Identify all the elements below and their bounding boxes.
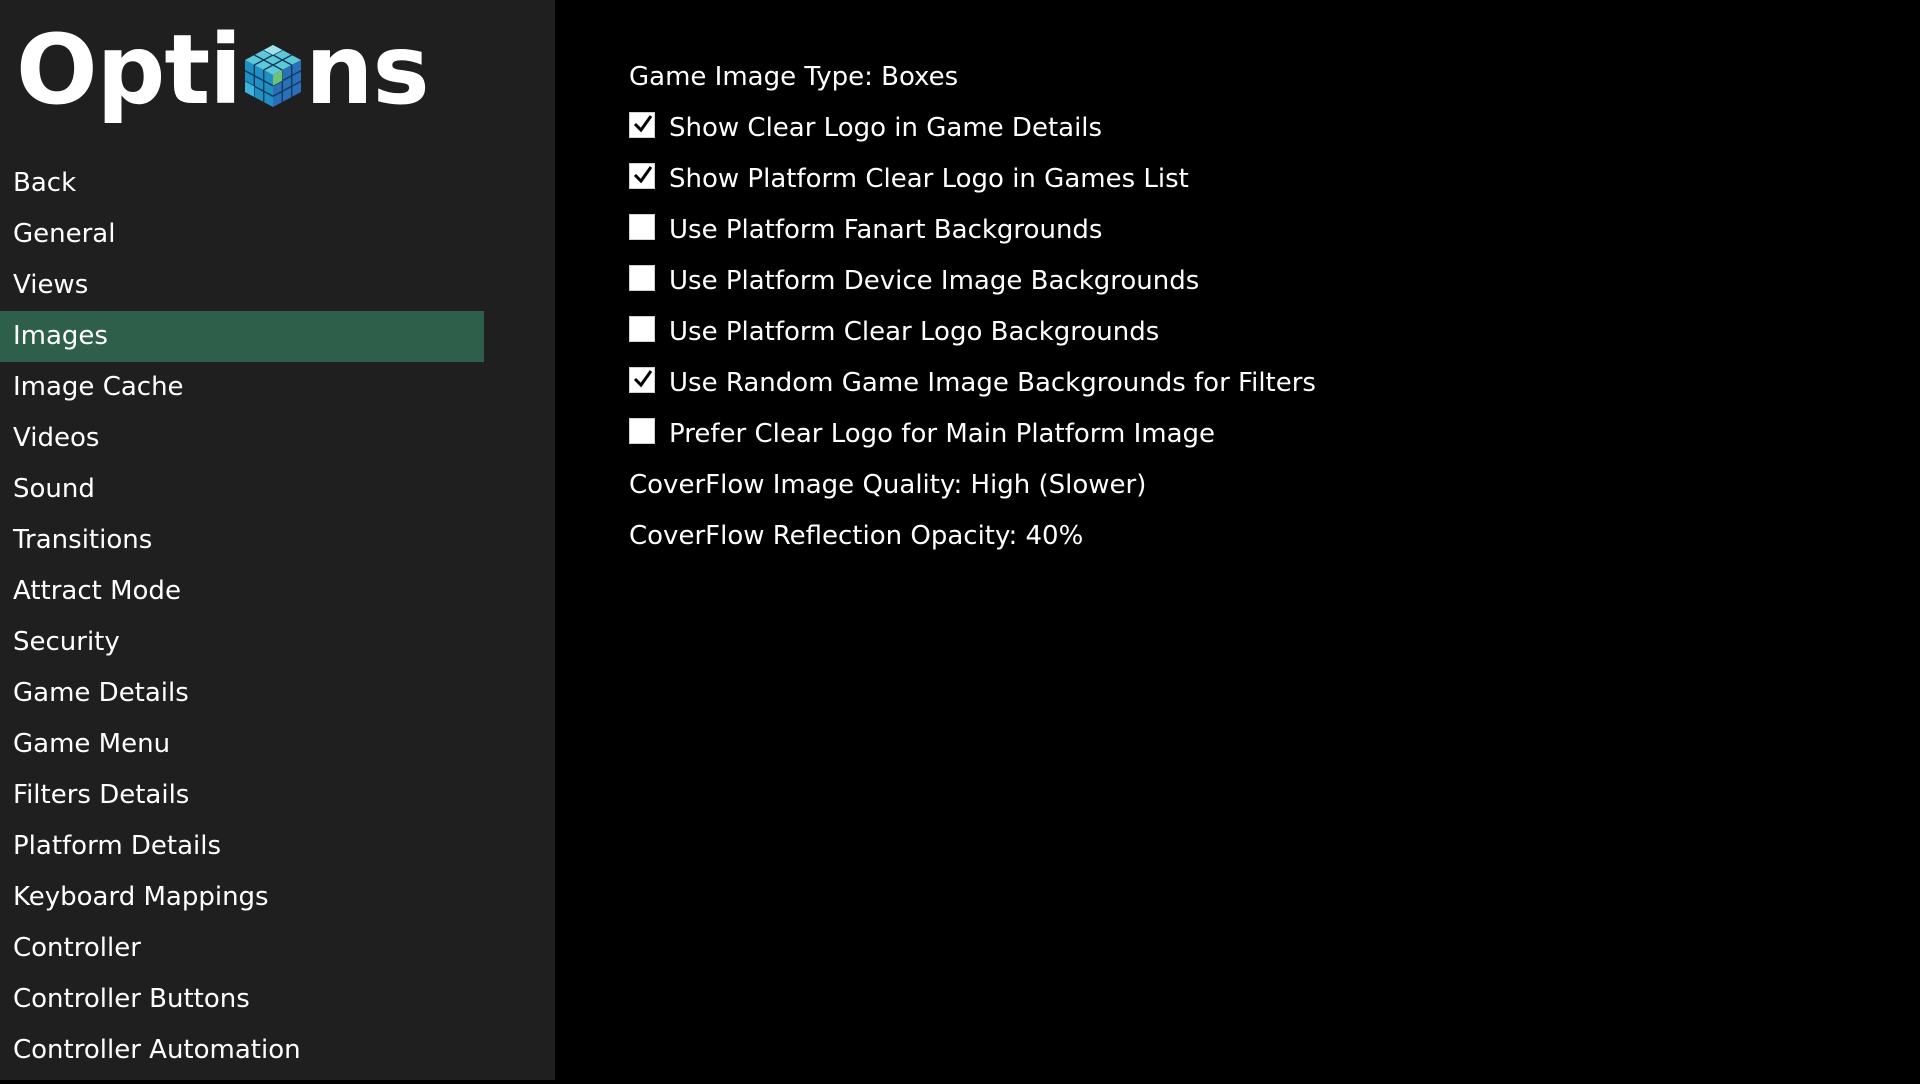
coverflow-opacity-setting[interactable]: CoverFlow Reflection Opacity: 40% <box>629 510 1829 561</box>
option-label: Show Platform Clear Logo in Games List <box>669 163 1189 194</box>
sidebar-item-security[interactable]: Security <box>0 617 484 668</box>
option-use-platform-fanart-backgrounds[interactable]: Use Platform Fanart Backgrounds <box>629 204 1829 255</box>
option-use-random-game-image-backgrounds-for-filters[interactable]: Use Random Game Image Backgrounds for Fi… <box>629 357 1829 408</box>
sidebar-item-attract-mode[interactable]: Attract Mode <box>0 566 484 617</box>
checkbox[interactable] <box>629 213 655 240</box>
sidebar-item-keyboard-mappings[interactable]: Keyboard Mappings <box>0 872 484 923</box>
option-label: Use Platform Device Image Backgrounds <box>669 265 1200 296</box>
option-label: Prefer Clear Logo for Main Platform Imag… <box>669 418 1215 449</box>
option-show-platform-clear-logo-in-games-list[interactable]: Show Platform Clear Logo in Games List <box>629 153 1829 204</box>
sidebar-item-platform-details[interactable]: Platform Details <box>0 821 484 872</box>
game-image-type-setting[interactable]: Game Image Type: Boxes <box>629 51 1829 102</box>
cube-icon <box>244 45 302 107</box>
checkmark-icon <box>633 369 653 387</box>
sidebar-item-views[interactable]: Views <box>0 260 484 311</box>
option-label: Use Random Game Image Backgrounds for Fi… <box>669 367 1316 398</box>
sidebar-item-videos[interactable]: Videos <box>0 413 484 464</box>
sidebar-item-transitions[interactable]: Transitions <box>0 515 484 566</box>
sidebar-item-controller-automation[interactable]: Controller Automation <box>0 1025 484 1076</box>
coverflow-quality-setting[interactable]: CoverFlow Image Quality: High (Slower) <box>629 459 1829 510</box>
checkbox[interactable] <box>629 162 655 189</box>
sidebar-item-general[interactable]: General <box>0 209 484 260</box>
option-label: Show Clear Logo in Game Details <box>669 112 1103 143</box>
sidebar-item-filters-details[interactable]: Filters Details <box>0 770 484 821</box>
title-text-start: Opti <box>16 14 242 126</box>
sidebar-item-controller-buttons[interactable]: Controller Buttons <box>0 974 484 1025</box>
option-label: Use Platform Fanart Backgrounds <box>669 214 1103 245</box>
checkbox[interactable] <box>629 315 655 342</box>
options-list: Show Clear Logo in Game Details Show Plat… <box>629 102 1829 459</box>
sidebar: Opti ns Back General Views Images Image … <box>0 0 555 1080</box>
option-show-clear-logo-in-game-details[interactable]: Show Clear Logo in Game Details <box>629 102 1829 153</box>
sidebar-item-game-details[interactable]: Game Details <box>0 668 484 719</box>
page-title: Opti ns <box>16 10 430 130</box>
sidebar-item-game-menu[interactable]: Game Menu <box>0 719 484 770</box>
option-use-platform-clear-logo-backgrounds[interactable]: Use Platform Clear Logo Backgrounds <box>629 306 1829 357</box>
checkbox[interactable] <box>629 111 655 138</box>
checkmark-icon <box>633 114 653 132</box>
sidebar-item-sound[interactable]: Sound <box>0 464 484 515</box>
checkbox[interactable] <box>629 366 655 393</box>
option-prefer-clear-logo-for-main-platform-image[interactable]: Prefer Clear Logo for Main Platform Imag… <box>629 408 1829 459</box>
option-use-platform-device-image-backgrounds[interactable]: Use Platform Device Image Backgrounds <box>629 255 1829 306</box>
sidebar-item-image-cache[interactable]: Image Cache <box>0 362 484 413</box>
sidebar-item-back[interactable]: Back <box>0 158 484 209</box>
sidebar-menu: Back General Views Images Image Cache Videos S… <box>0 158 555 1076</box>
option-label: Use Platform Clear Logo Backgrounds <box>669 316 1160 347</box>
options-screen: Opti ns Back General Views Images Image … <box>0 0 1920 1084</box>
sidebar-item-controller[interactable]: Controller <box>0 923 484 974</box>
title-text-end: ns <box>305 14 429 126</box>
checkbox[interactable] <box>629 264 655 291</box>
checkmark-icon <box>633 165 653 183</box>
sidebar-item-images[interactable]: Images <box>0 311 484 362</box>
settings-panel: Game Image Type: Boxes Show Clear Logo i… <box>629 51 1829 561</box>
checkbox[interactable] <box>629 417 655 444</box>
